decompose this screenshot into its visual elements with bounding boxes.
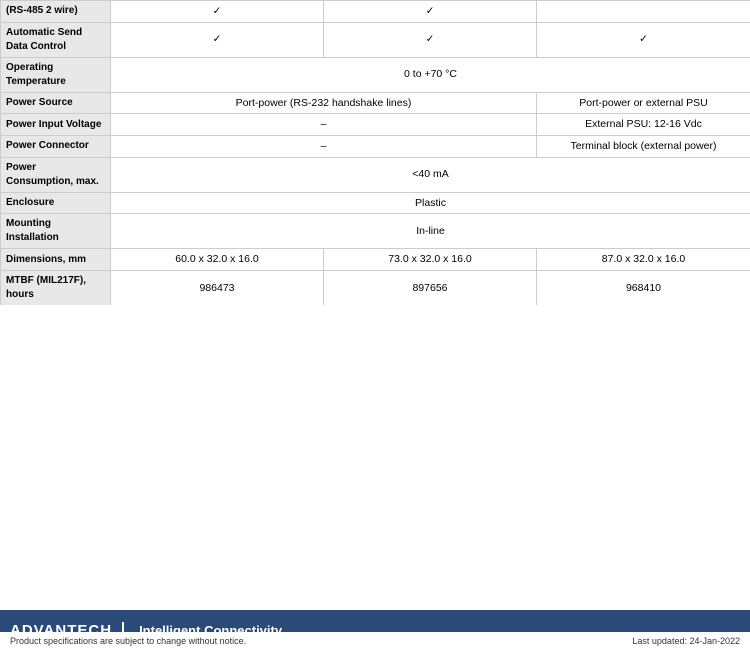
table-row: Power Input Voltage – External PSU: 12-1… bbox=[1, 114, 750, 136]
row-col3: Terminal block (external power) bbox=[537, 136, 750, 158]
row-label: Mounting Installation bbox=[1, 214, 111, 249]
row-col-span: In-line bbox=[111, 214, 750, 249]
row-label: MTBF (MIL217F), hours bbox=[1, 271, 111, 305]
row-col2: 73.0 x 32.0 x 16.0 bbox=[324, 249, 537, 271]
row-col3: ✓ bbox=[537, 22, 750, 57]
row-col1: Port-power (RS-232 handshake lines) bbox=[111, 92, 537, 114]
row-label: Power Input Voltage bbox=[1, 114, 111, 136]
row-label: Power Consumption, max. bbox=[1, 157, 111, 192]
page-wrapper: (RS-485 2 wire) ✓ ✓ Automatic Send Data … bbox=[0, 0, 750, 650]
row-col1: ✓ bbox=[111, 1, 324, 23]
spacer bbox=[0, 305, 750, 610]
row-col3: 87.0 x 32.0 x 16.0 bbox=[537, 249, 750, 271]
row-col3 bbox=[537, 1, 750, 23]
table-row: Operating Temperature 0 to +70 °C bbox=[1, 57, 750, 92]
table-row: MTBF (MIL217F), hours 986473 897656 9684… bbox=[1, 271, 750, 305]
table-row: Power Source Port-power (RS-232 handshak… bbox=[1, 92, 750, 114]
table-row: (RS-485 2 wire) ✓ ✓ bbox=[1, 1, 750, 23]
product-note: Product specifications are subject to ch… bbox=[10, 636, 246, 646]
row-label: Operating Temperature bbox=[1, 57, 111, 92]
table-section: (RS-485 2 wire) ✓ ✓ Automatic Send Data … bbox=[0, 0, 750, 305]
row-label: Power Connector bbox=[1, 136, 111, 158]
row-col3: External PSU: 12-16 Vdc bbox=[537, 114, 750, 136]
footer-note: Product specifications are subject to ch… bbox=[0, 632, 750, 650]
table-row: Dimensions, mm 60.0 x 32.0 x 16.0 73.0 x… bbox=[1, 249, 750, 271]
row-col2: 897656 bbox=[324, 271, 537, 305]
table-row: Power Connector – Terminal block (extern… bbox=[1, 136, 750, 158]
row-col-span: 0 to +70 °C bbox=[111, 57, 750, 92]
row-col1: – bbox=[111, 114, 537, 136]
table-row: Mounting Installation In-line bbox=[1, 214, 750, 249]
row-col1: – bbox=[111, 136, 537, 158]
row-col1: 60.0 x 32.0 x 16.0 bbox=[111, 249, 324, 271]
row-col3: Port-power or external PSU bbox=[537, 92, 750, 114]
row-col2: ✓ bbox=[324, 1, 537, 23]
last-updated: Last updated: 24-Jan-2022 bbox=[632, 636, 740, 646]
table-row: Power Consumption, max. <40 mA bbox=[1, 157, 750, 192]
row-label: (RS-485 2 wire) bbox=[1, 1, 111, 23]
table-row: Automatic Send Data Control ✓ ✓ ✓ bbox=[1, 22, 750, 57]
row-col3: 968410 bbox=[537, 271, 750, 305]
row-col-span: Plastic bbox=[111, 192, 750, 214]
row-col1: 986473 bbox=[111, 271, 324, 305]
row-col1: ✓ bbox=[111, 22, 324, 57]
table-row: Enclosure Plastic bbox=[1, 192, 750, 214]
row-label: Enclosure bbox=[1, 192, 111, 214]
row-col-span: <40 mA bbox=[111, 157, 750, 192]
row-col2: ✓ bbox=[324, 22, 537, 57]
row-label: Dimensions, mm bbox=[1, 249, 111, 271]
specs-table: (RS-485 2 wire) ✓ ✓ Automatic Send Data … bbox=[0, 0, 750, 305]
row-label: Automatic Send Data Control bbox=[1, 22, 111, 57]
row-label: Power Source bbox=[1, 92, 111, 114]
